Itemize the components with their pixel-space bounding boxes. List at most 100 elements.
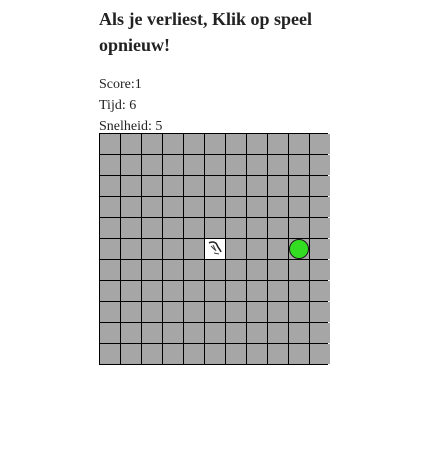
board-cell [142,176,162,196]
board-cell [163,176,183,196]
board-cell [184,344,204,364]
board-cell [184,302,204,322]
board-cell [184,239,204,259]
board-cell [121,176,141,196]
score-line: Score:1 [99,74,349,95]
board-cell [163,134,183,154]
board-cell [289,155,309,175]
board-cell [163,218,183,238]
board-cell [226,281,246,301]
board-cell [310,197,330,217]
board-cell [100,176,120,196]
board-cell [100,197,120,217]
board-cell [226,218,246,238]
board-cell [100,323,120,343]
board-cell [247,323,267,343]
board-cell [163,239,183,259]
board-cell [205,281,225,301]
time-label: Tijd: [99,98,126,113]
board-cell [247,155,267,175]
time-line: Tijd: 6 [99,95,349,116]
board-cell [289,134,309,154]
food-cell [289,239,309,259]
board-cell [247,218,267,238]
board-cell [310,302,330,322]
snake-head-cell [205,239,225,259]
board-cell [142,323,162,343]
score-value: 1 [134,77,142,92]
board-cell [100,260,120,280]
board-cell [205,155,225,175]
speed-label: Snelheid: [99,119,152,134]
board-cell [142,260,162,280]
board-cell [163,197,183,217]
board-cell [310,344,330,364]
board-cell [100,218,120,238]
apple-icon [289,239,309,259]
board-cell [163,323,183,343]
page-title: Als je verliest, Klik op speel opnieuw! [99,9,312,55]
board-cell [247,176,267,196]
board-cell [289,218,309,238]
board-cell [142,134,162,154]
board-cell [121,302,141,322]
board-cell [289,344,309,364]
board-cell [142,344,162,364]
board-cell [121,344,141,364]
board-cell [289,302,309,322]
board-cell [184,323,204,343]
board-cell [100,302,120,322]
board-cell [247,260,267,280]
board-cell [226,197,246,217]
board-cell [163,344,183,364]
board-cell [289,176,309,196]
board-cell [226,344,246,364]
board-cell [226,260,246,280]
board-cell [268,344,288,364]
board-cell [163,302,183,322]
board-cell [247,134,267,154]
board-cell [226,155,246,175]
board-cell [268,323,288,343]
board-cell [310,281,330,301]
board-cell [289,281,309,301]
board-cell [268,155,288,175]
board-cell [121,134,141,154]
board-cell [268,197,288,217]
board-cell [268,302,288,322]
board-cell [184,176,204,196]
board-cell [121,197,141,217]
board-cell [205,323,225,343]
board-cell [163,260,183,280]
board-cell [289,197,309,217]
board-cell [268,218,288,238]
board-cell [268,281,288,301]
board-cell [247,302,267,322]
board-cell [184,134,204,154]
game-board[interactable] [99,133,330,365]
board-cell [121,155,141,175]
board-cell [121,260,141,280]
board-cell [100,134,120,154]
board-cell [247,344,267,364]
board-cell [226,134,246,154]
board-cell [142,155,162,175]
board-cell [247,197,267,217]
board-cell [226,302,246,322]
board-cell [310,176,330,196]
board-cell [289,323,309,343]
stats-panel: Score:1 Tijd: 6 Snelheid: 5 [99,74,349,137]
board-cell [163,281,183,301]
board-cell [268,239,288,259]
board-cell [310,239,330,259]
board-cell [205,260,225,280]
board-cell [268,260,288,280]
board-cell [184,281,204,301]
time-value: 6 [129,98,137,113]
snake-head-icon [208,241,222,255]
board-cell [268,134,288,154]
board-cell [142,302,162,322]
board-cell [310,134,330,154]
board-cell [226,323,246,343]
board-cell [142,197,162,217]
